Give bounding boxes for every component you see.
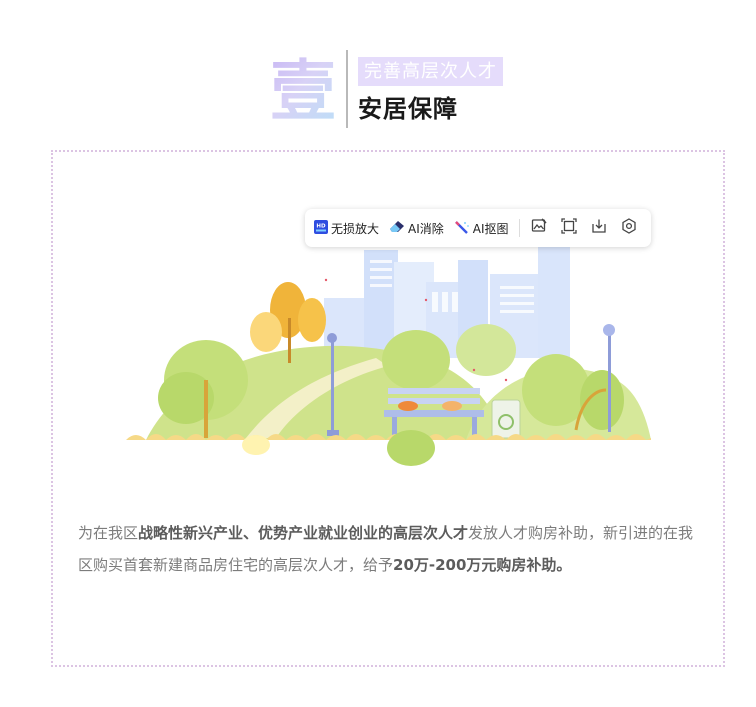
download-button[interactable] <box>588 217 610 239</box>
magic-wand-icon <box>454 220 470 237</box>
recycle-bin <box>491 399 521 439</box>
image-edit-button[interactable] <box>528 217 550 239</box>
policy-paragraph: 为在我区战略性新兴产业、优势产业就业创业的高层次人才发放人才购房补助，新引进的在… <box>78 517 708 581</box>
eraser-icon <box>389 220 405 237</box>
hd-upscale-icon: HD <box>314 219 328 237</box>
crop-frame-icon <box>560 218 577 238</box>
header-divider <box>346 50 348 128</box>
section-title: 安居保障 <box>358 95 458 123</box>
para-bold-1: 战略性新兴产业、优势产业就业创业的高层次人才 <box>138 524 469 542</box>
settings-button[interactable] <box>618 217 640 239</box>
ai-cutout-button[interactable]: AI抠图 <box>454 220 509 237</box>
ai-erase-label: AI消除 <box>408 221 444 236</box>
park-illustration <box>126 244 651 466</box>
section-subtitle: 完善高层次人才 <box>358 57 503 86</box>
download-icon <box>591 218 607 238</box>
image-edit-icon <box>531 218 547 238</box>
toolbar-separator <box>518 219 520 237</box>
ai-erase-button[interactable]: AI消除 <box>389 220 444 237</box>
para-bold-2: 20万-200万元购房补助。 <box>393 556 572 574</box>
upscale-label: 无损放大 <box>331 221 380 236</box>
section-number: 壹 <box>270 53 336 130</box>
ai-cutout-label: AI抠图 <box>472 221 509 236</box>
image-toolbar: HD 无损放大 AI消除 AI抠图 <box>305 209 651 247</box>
hd-badge-text: HD <box>316 223 326 229</box>
settings-icon <box>621 218 637 238</box>
crop-button[interactable] <box>558 217 580 239</box>
para-text-1: 为在我区 <box>78 524 139 542</box>
upscale-button[interactable]: HD 无损放大 <box>314 219 380 237</box>
